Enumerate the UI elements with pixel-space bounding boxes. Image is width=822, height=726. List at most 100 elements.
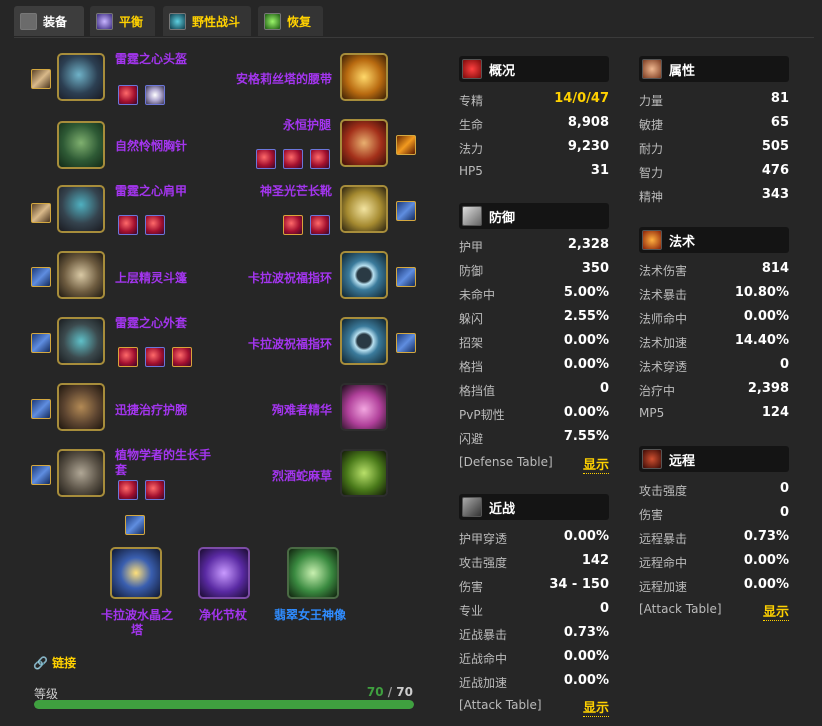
enchant-shoulder-icon[interactable] [31,203,51,223]
gem-red-icon[interactable] [118,480,138,500]
stat-row: 未命中 5.00% [459,282,609,306]
back-item-name[interactable]: 上层精灵斗篷 [115,271,187,286]
enchant-head-icon[interactable] [31,69,51,89]
legs-slot-item[interactable] [340,119,388,167]
trinket2-item-name[interactable]: 烈酒蛇麻草 [272,469,332,484]
melee-table-show-link[interactable]: 显示 [582,697,609,717]
stat-value: 2.55% [563,309,609,324]
tab-balance[interactable]: 平衡 [90,6,155,36]
stat-row: 伤害 34 - 150 [459,574,609,598]
ranged-table-show-link[interactable]: 显示 [762,601,789,621]
defense-table-show-link[interactable]: 显示 [582,454,609,474]
tab-label: 平衡 [119,14,144,29]
gem-red-icon[interactable] [118,347,138,367]
gem-red-icon[interactable] [145,215,165,235]
enchant-feet-icon[interactable] [396,201,416,221]
enchant-weapon-icon[interactable] [125,515,145,535]
tab-equipment[interactable]: 装备 [14,6,84,36]
helmet-icon [20,12,37,30]
shoulder-slot-item[interactable] [57,185,105,233]
stat-row: 法术暴击 10.80% [639,282,789,306]
tab-feral[interactable]: 野性战斗 [163,6,251,36]
neck-slot-item[interactable] [57,121,105,169]
stat-value: 9,230 [567,139,609,154]
main-hand-item-name[interactable]: 卡拉波水晶之塔 [98,608,176,638]
stat-label: 防御 [459,264,484,278]
hands-item-name[interactable]: 植物学者的生长手套 [115,448,220,478]
enchant-ring1-icon[interactable] [396,267,416,287]
stat-value: 350 [581,261,609,276]
stat-label: 护甲穿透 [459,532,508,546]
enchant-ring2-icon[interactable] [396,333,416,353]
stat-value: 0.00% [743,577,789,592]
wrist-slot-item[interactable] [57,383,105,431]
stat-row: 专精 14/0/47 [459,88,609,112]
gem-red-icon[interactable] [283,149,303,169]
enchant-wrist-icon[interactable] [31,399,51,419]
stat-row: 格挡值 0 [459,378,609,402]
link-icon: 🔗 [33,656,48,670]
ring1-slot-item[interactable] [340,251,388,299]
stat-value: 8,908 [567,115,609,130]
stat-row: HP5 31 [459,160,609,184]
feet-slot-item[interactable] [340,185,388,233]
stat-label: 专业 [459,604,484,618]
feet-item-name[interactable]: 神圣光芒长靴 [260,184,332,199]
gem-red-icon[interactable] [118,215,138,235]
wrist-item-name[interactable]: 迅捷治疗护腕 [115,403,187,418]
hands-slot-item[interactable] [57,449,105,497]
main-hand-slot-item[interactable] [110,547,162,599]
gem-red-icon[interactable] [145,480,165,500]
ring2-slot-item[interactable] [340,317,388,365]
chest-slot-item[interactable] [57,317,105,365]
spell-title: 法术 [669,234,696,250]
melee-table-row: [Attack Table] 显示 [459,694,609,718]
relic-item-name[interactable]: 翡翠女王神像 [274,608,346,623]
attributes-header: 属性 [639,56,789,82]
tab-label: 恢复 [287,14,312,29]
stat-label: 躲闪 [459,312,484,326]
head-item-name[interactable]: 雷霆之心头盔 [115,52,187,67]
legs-item-name[interactable]: 永恒护腿 [283,118,331,133]
off-hand-item-name[interactable]: 净化节杖 [199,608,247,623]
gem-red-icon[interactable] [310,215,330,235]
stat-label: 精神 [639,190,664,204]
shield-icon [462,206,482,226]
enchant-chest-icon[interactable] [31,333,51,353]
link-button[interactable]: 🔗 链接 [33,654,76,671]
gem-red-icon[interactable] [256,149,276,169]
ring1-item-name[interactable]: 卡拉波祝福指环 [248,271,332,286]
stat-row: 精神 343 [639,184,789,208]
fire-spell-icon [642,230,662,250]
enchant-hands-icon[interactable] [31,465,51,485]
crossed-swords-icon [462,497,482,517]
enchant-legs-icon[interactable] [396,135,416,155]
off-hand-slot-item[interactable] [198,547,250,599]
gem-meta-icon[interactable] [145,85,165,105]
gem-red-icon[interactable] [145,347,165,367]
trinket2-slot-item[interactable] [340,449,388,497]
stat-row: 力量 81 [639,88,789,112]
back-slot-item[interactable] [57,251,105,299]
waist-slot-item[interactable] [340,53,388,101]
gem-red-icon[interactable] [118,85,138,105]
gem-red-icon[interactable] [310,149,330,169]
stat-value: 0.00% [563,673,609,688]
stat-value: 814 [761,261,789,276]
ring2-item-name[interactable]: 卡拉波祝福指环 [248,337,332,352]
head-slot-item[interactable] [57,53,105,101]
gem-red-icon[interactable] [283,215,303,235]
chest-item-name[interactable]: 雷霆之心外套 [115,316,187,331]
stat-value: 14/0/47 [554,91,609,106]
enchant-back-icon[interactable] [31,267,51,287]
gem-red-icon[interactable] [172,347,192,367]
stat-value: 10.80% [734,285,789,300]
stat-label: 攻击强度 [639,484,688,498]
neck-item-name[interactable]: 自然怜悯胸针 [115,139,187,154]
shoulder-item-name[interactable]: 雷霆之心肩甲 [115,184,187,199]
trinket1-item-name[interactable]: 殉难者精华 [272,403,332,418]
waist-item-name[interactable]: 安格莉丝塔的腰带 [236,72,332,87]
trinket1-slot-item[interactable] [340,383,388,431]
relic-slot-item[interactable] [287,547,339,599]
tab-restoration[interactable]: 恢复 [258,6,323,36]
